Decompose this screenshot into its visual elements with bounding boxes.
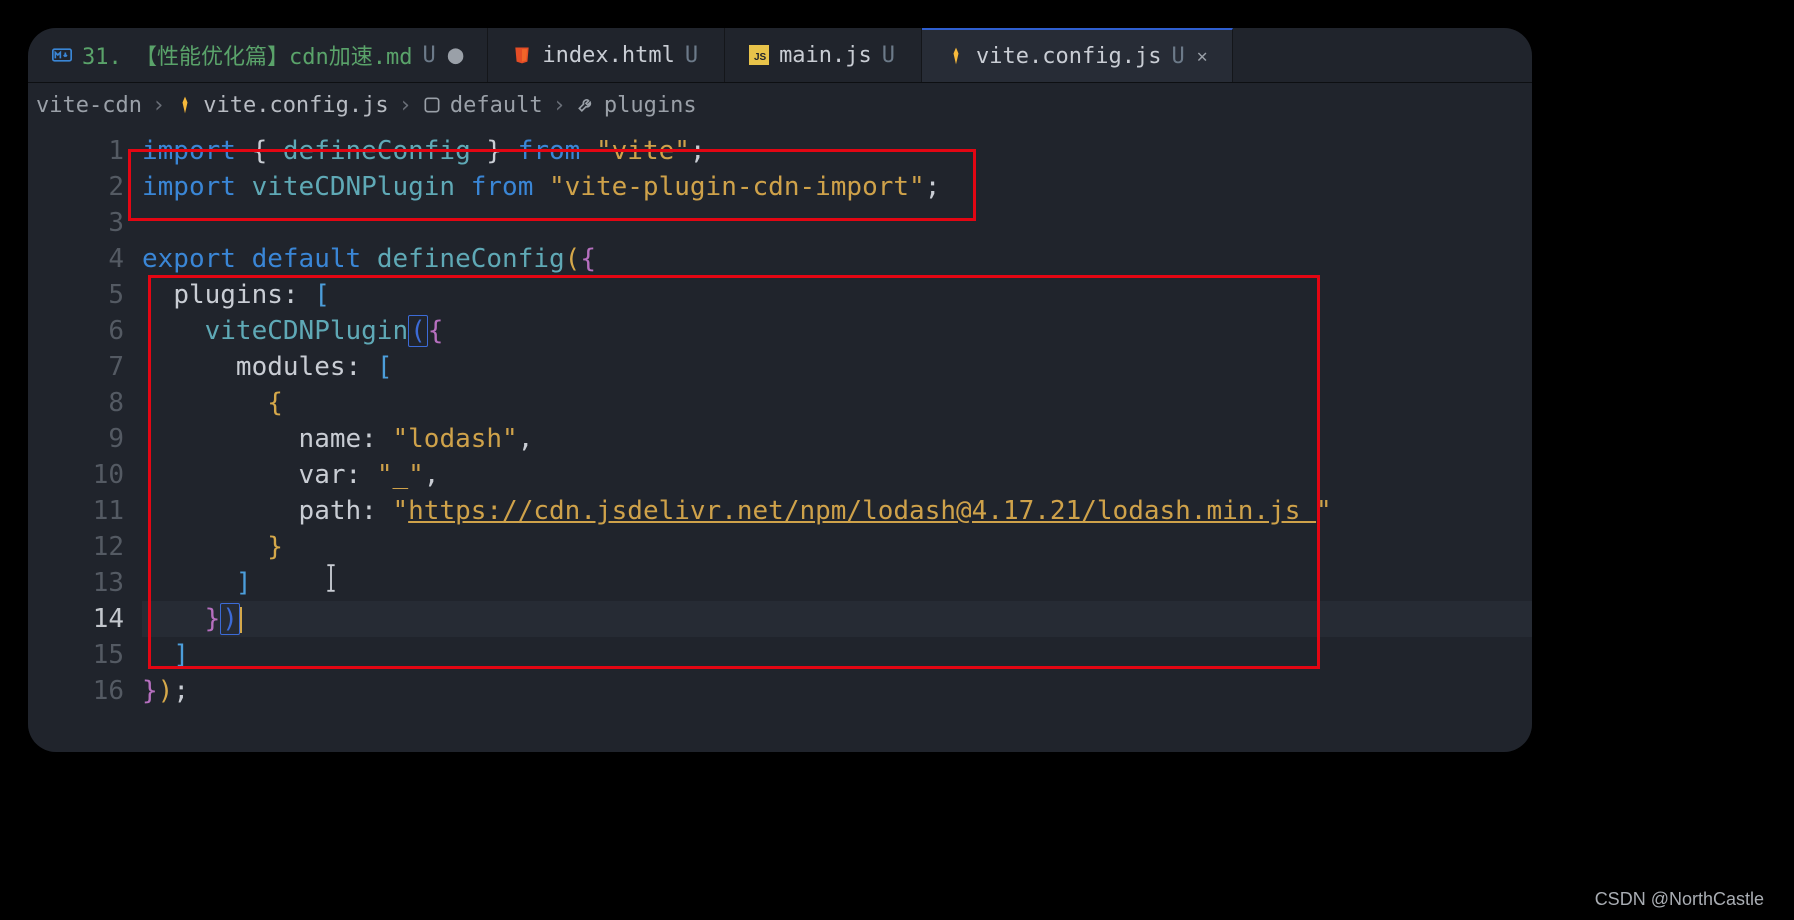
breadcrumb-text: plugins xyxy=(604,93,697,118)
editor-window: 31. 【性能优化篇】cdn加速.md U ● index.html U JS … xyxy=(28,28,1532,752)
breadcrumb-text: vite-cdn xyxy=(36,93,142,118)
tab-status: U xyxy=(882,43,897,68)
svg-text:JS: JS xyxy=(754,52,767,63)
js-icon: JS xyxy=(749,45,769,65)
breadcrumb-text: default xyxy=(450,93,543,118)
text-cursor-icon xyxy=(320,563,342,603)
tab-status: U xyxy=(1171,44,1186,69)
tab-status: U xyxy=(422,43,437,68)
html-icon xyxy=(512,45,532,65)
tab-vite-config[interactable]: vite.config.js U ✕ xyxy=(922,28,1233,82)
tab-label: index.html xyxy=(542,43,674,68)
chevron-right-icon: › xyxy=(152,93,165,118)
tab-status: U xyxy=(685,43,700,68)
vite-icon xyxy=(946,46,966,66)
breadcrumb-text: vite.config.js xyxy=(203,93,388,118)
tab-index-html[interactable]: index.html U xyxy=(488,28,725,82)
breadcrumb: vite-cdn › vite.config.js › default › pl… xyxy=(28,83,1532,127)
code-editor[interactable]: 1234 5678 9101112 13141516 import { defi… xyxy=(28,127,1532,752)
breadcrumb-root[interactable]: vite-cdn xyxy=(36,93,142,118)
caret-icon xyxy=(240,607,242,633)
tab-label: vite.config.js xyxy=(976,44,1161,69)
close-icon[interactable]: ✕ xyxy=(1197,46,1208,67)
chevron-right-icon: › xyxy=(399,93,412,118)
watermark: CSDN @NorthCastle xyxy=(1595,889,1764,910)
breadcrumb-symbol-plugins[interactable]: plugins xyxy=(576,93,697,118)
breadcrumb-symbol-default[interactable]: default xyxy=(422,93,543,118)
breadcrumb-file[interactable]: vite.config.js xyxy=(175,93,388,118)
vite-icon xyxy=(175,95,195,115)
tab-label: main.js xyxy=(779,43,872,68)
tab-bar: 31. 【性能优化篇】cdn加速.md U ● index.html U JS … xyxy=(28,28,1532,83)
tab-label: 31. 【性能优化篇】cdn加速.md xyxy=(82,39,412,71)
kw-import: import xyxy=(142,136,236,166)
tab-cdn-md[interactable]: 31. 【性能优化篇】cdn加速.md U ● xyxy=(28,28,488,82)
symbol-module-icon xyxy=(422,95,442,115)
symbol-wrench-icon xyxy=(576,95,596,115)
chevron-right-icon: › xyxy=(553,93,566,118)
line-number-gutter: 1234 5678 9101112 13141516 xyxy=(28,127,142,752)
code-area[interactable]: import { defineConfig } from "vite"; imp… xyxy=(142,127,1532,752)
tab-main-js[interactable]: JS main.js U xyxy=(725,28,922,82)
markdown-icon xyxy=(52,45,72,65)
